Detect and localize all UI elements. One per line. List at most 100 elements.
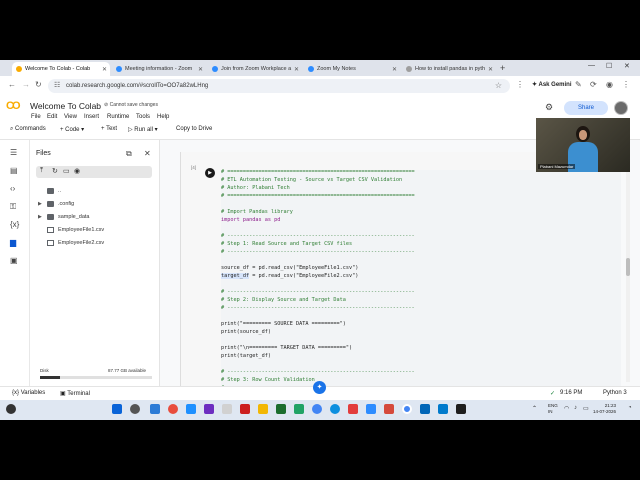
- app-icon[interactable]: [240, 404, 250, 414]
- share-button[interactable]: Share: [564, 101, 608, 115]
- menu-insert[interactable]: Insert: [84, 114, 99, 120]
- tray-chevron-icon[interactable]: ⌃: [532, 405, 537, 412]
- file-item-employeefile1[interactable]: EmployeeFile1.csv: [38, 227, 104, 233]
- notifications-icon[interactable]: ◔: [628, 405, 632, 411]
- scrollbar-thumb[interactable]: [626, 258, 630, 276]
- close-window-icon[interactable]: ✕: [624, 62, 630, 70]
- teams-icon[interactable]: [186, 404, 196, 414]
- new-tab-button[interactable]: +: [500, 62, 505, 74]
- wifi-icon[interactable]: ◠: [564, 405, 569, 412]
- terminal-app-icon[interactable]: [456, 404, 466, 414]
- tab-colab[interactable]: Welcome To Colab - Colab ✕: [12, 62, 110, 76]
- copilot-icon[interactable]: [168, 404, 178, 414]
- status-time[interactable]: 9:16 PM: [560, 390, 582, 396]
- run-cell-button[interactable]: ▶: [205, 168, 215, 178]
- weather-icon[interactable]: [6, 404, 16, 414]
- open-in-tab-icon[interactable]: ⧉: [126, 149, 132, 159]
- app-icon[interactable]: [420, 404, 430, 414]
- settings-gear-icon[interactable]: ⚙: [545, 102, 553, 113]
- code-cell[interactable]: [4] ▶ # ================================…: [180, 152, 621, 386]
- close-tab-icon[interactable]: ✕: [198, 66, 203, 73]
- language-indicator[interactable]: ENG IN: [548, 403, 558, 415]
- close-panel-icon[interactable]: ✕: [144, 149, 151, 158]
- taskbar-clock[interactable]: 21:23 14-07-2026: [593, 403, 616, 415]
- close-tab-icon[interactable]: ✕: [392, 66, 397, 73]
- secrets-key-icon[interactable]: ⚿: [10, 202, 16, 212]
- app-icon[interactable]: [222, 404, 232, 414]
- battery-icon[interactable]: ▭: [583, 405, 589, 412]
- runtime-label[interactable]: Python 3: [603, 390, 627, 396]
- minimize-icon[interactable]: —: [588, 62, 595, 69]
- colab-logo[interactable]: CO: [6, 100, 20, 112]
- gemini-fab-button[interactable]: ✦: [313, 381, 326, 394]
- file-item-config[interactable]: ▶ .config: [38, 201, 74, 207]
- commands-button[interactable]: ⌕ Commands: [10, 126, 46, 133]
- edge-icon[interactable]: [330, 404, 340, 414]
- menu-view[interactable]: View: [64, 114, 77, 120]
- run-all-button[interactable]: ▷ Run all ▾: [128, 126, 158, 133]
- add-code-button[interactable]: + Code ▾: [60, 126, 84, 133]
- profile-icon[interactable]: ◉: [606, 80, 613, 89]
- file-item-parent[interactable]: ..: [38, 188, 61, 194]
- forward-icon[interactable]: →: [22, 80, 30, 89]
- app-icon[interactable]: [384, 404, 394, 414]
- show-hidden-eye-icon[interactable]: ◉: [74, 167, 80, 175]
- variables-icon[interactable]: {x}: [10, 220, 19, 229]
- tab-pandas-install[interactable]: How to install pandas in pyth ✕: [402, 62, 496, 76]
- menu-tools[interactable]: Tools: [136, 114, 150, 120]
- close-tab-icon[interactable]: ✕: [294, 66, 299, 73]
- chrome-active-icon[interactable]: [402, 404, 412, 414]
- file-item-sample-data[interactable]: ▶ sample_data: [38, 214, 90, 220]
- variables-button[interactable]: {x} Variables: [12, 390, 45, 396]
- vscode-icon[interactable]: [438, 404, 448, 414]
- expand-chevron-icon[interactable]: ▶: [38, 201, 43, 207]
- new-folder-icon[interactable]: ▭: [63, 167, 70, 175]
- account-avatar[interactable]: [614, 101, 628, 115]
- files-folder-icon[interactable]: ▆: [10, 238, 16, 247]
- zoom-icon[interactable]: [366, 404, 376, 414]
- copy-to-drive-button[interactable]: Copy to Drive: [176, 126, 212, 132]
- chrome-icon[interactable]: [312, 404, 322, 414]
- reload-icon[interactable]: ↻: [35, 80, 42, 89]
- terminal-icon[interactable]: ▣: [10, 256, 18, 265]
- sync-icon[interactable]: ⟳: [590, 80, 597, 89]
- tab-zoom-join[interactable]: Join from Zoom Workplace a ✕: [208, 62, 302, 76]
- close-tab-icon[interactable]: ✕: [488, 66, 493, 73]
- address-bar[interactable]: ☷ colab.research.google.com/#scrollTo=OO…: [48, 79, 510, 93]
- menu-help[interactable]: Help: [157, 114, 169, 120]
- task-view-icon[interactable]: [150, 404, 160, 414]
- notebook-title[interactable]: Welcome To Colab: [30, 101, 101, 111]
- menu-runtime[interactable]: Runtime: [107, 114, 129, 120]
- site-info-icon[interactable]: ☷: [54, 81, 60, 89]
- maximize-icon[interactable]: ☐: [606, 62, 612, 70]
- back-icon[interactable]: ←: [8, 80, 16, 89]
- refresh-icon[interactable]: ↻: [52, 167, 58, 175]
- file-explorer-icon[interactable]: [258, 404, 268, 414]
- extension-icon[interactable]: ⋮: [516, 80, 524, 89]
- search-icon[interactable]: [130, 404, 140, 414]
- start-icon[interactable]: [112, 404, 122, 414]
- upload-icon[interactable]: ⤒: [40, 167, 43, 175]
- menu-file[interactable]: File: [31, 114, 41, 120]
- notes-icon[interactable]: ▤: [10, 166, 18, 175]
- tab-zoom-meeting[interactable]: Meeting information - Zoom ✕: [112, 62, 206, 76]
- table-of-contents-icon[interactable]: ☰: [10, 148, 17, 157]
- add-text-button[interactable]: + Text: [101, 126, 117, 132]
- terminal-button[interactable]: ▣ Terminal: [60, 390, 90, 397]
- notebook-scrollbar[interactable]: [626, 142, 630, 382]
- menu-edit[interactable]: Edit: [47, 114, 57, 120]
- close-tab-icon[interactable]: ✕: [102, 66, 107, 73]
- app-icon[interactable]: [276, 404, 286, 414]
- expand-chevron-icon[interactable]: ▶: [38, 214, 43, 220]
- app-icon[interactable]: [348, 404, 358, 414]
- edit-icon[interactable]: ✎: [575, 80, 582, 89]
- code-snippets-icon[interactable]: ‹›: [10, 184, 15, 193]
- excel-icon[interactable]: [294, 404, 304, 414]
- tab-zoom-notes[interactable]: Zoom My Notes ✕: [304, 62, 400, 76]
- volume-icon[interactable]: ♪: [574, 405, 577, 411]
- bookmark-star-icon[interactable]: ☆: [495, 81, 502, 90]
- file-item-employeefile2[interactable]: EmployeeFile2.csv: [38, 240, 104, 246]
- browser-menu-icon[interactable]: ⋮: [622, 80, 630, 89]
- ask-gemini-button[interactable]: ✦ Ask Gemini: [532, 81, 572, 88]
- app-icon[interactable]: [204, 404, 214, 414]
